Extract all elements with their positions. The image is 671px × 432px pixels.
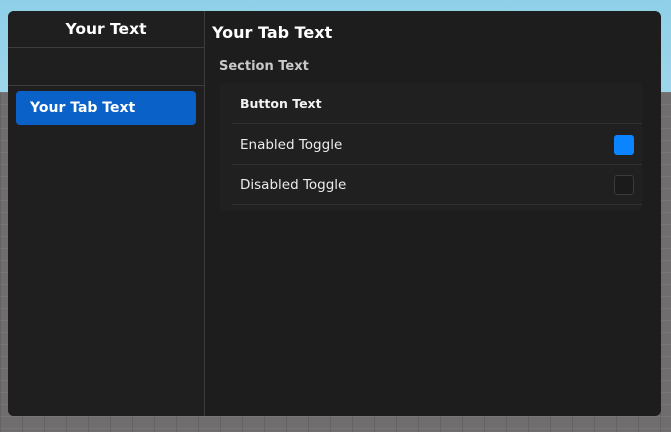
tab-title: Your Tab Text (212, 23, 333, 42)
sidebar: Your Text Your Tab Text (8, 11, 205, 416)
ui-window: Your Text Your Tab Text Your Tab Text Se… (8, 11, 661, 416)
section-title: Section Text (219, 59, 309, 74)
section-container: Button Text Enabled Toggle Disabled Togg… (220, 83, 642, 211)
sidebar-header-bar (8, 48, 204, 86)
section-button-label: Button Text (240, 96, 322, 111)
section-button[interactable]: Button Text (232, 83, 642, 124)
enabled-toggle-checkbox[interactable] (614, 135, 634, 155)
sidebar-title: Your Text (8, 11, 204, 48)
enabled-toggle-label: Enabled Toggle (240, 137, 343, 153)
disabled-toggle-row[interactable]: Disabled Toggle (232, 165, 642, 205)
main-panel: Your Tab Text Section Text Button Text E… (205, 11, 661, 416)
tab-your-tab-text[interactable]: Your Tab Text (16, 91, 196, 125)
disabled-toggle-checkbox[interactable] (614, 175, 634, 195)
disabled-toggle-label: Disabled Toggle (240, 177, 347, 193)
enabled-toggle-row[interactable]: Enabled Toggle (232, 125, 642, 165)
